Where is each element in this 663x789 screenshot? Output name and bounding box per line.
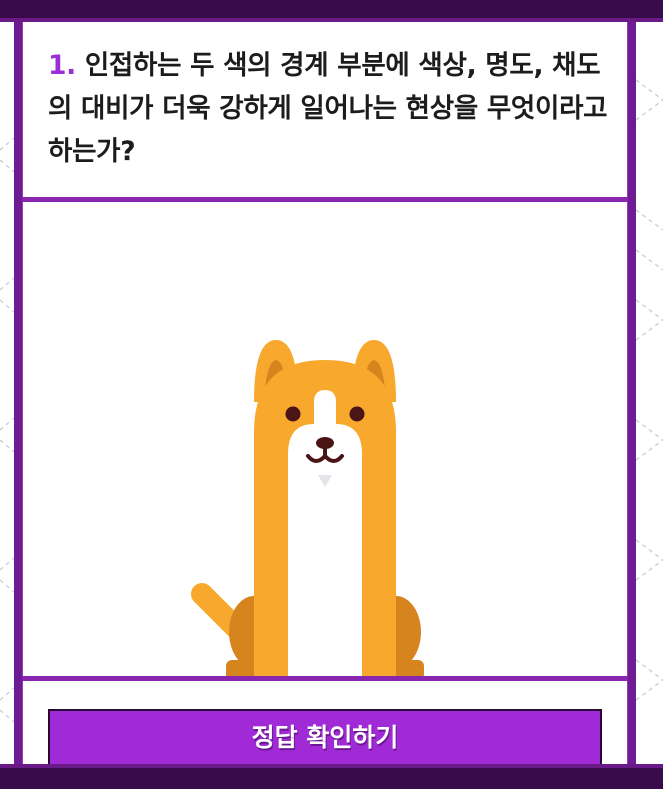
question-body: 인접하는 두 색의 경계 부분에 색상, 명도, 채도의 대비가 더욱 강하게 … xyxy=(48,50,608,167)
dog-eye-left xyxy=(285,406,301,422)
dog-eye-right xyxy=(349,406,365,422)
illustration-area xyxy=(22,202,628,676)
bottom-bar xyxy=(0,764,663,789)
divider-bottom xyxy=(22,676,628,681)
dog-illustration xyxy=(191,340,424,676)
question-text: 1. 인접하는 두 색의 경계 부분에 색상, 명도, 채도의 대비가 더욱 강… xyxy=(48,44,618,173)
quiz-page: 1. 인접하는 두 색의 경계 부분에 색상, 명도, 채도의 대비가 더욱 강… xyxy=(0,0,663,789)
check-answer-button[interactable]: 정답 확인하기 xyxy=(48,709,602,767)
top-bar xyxy=(0,0,663,22)
question-number: 1. xyxy=(48,50,76,81)
dog-belly xyxy=(288,390,362,676)
